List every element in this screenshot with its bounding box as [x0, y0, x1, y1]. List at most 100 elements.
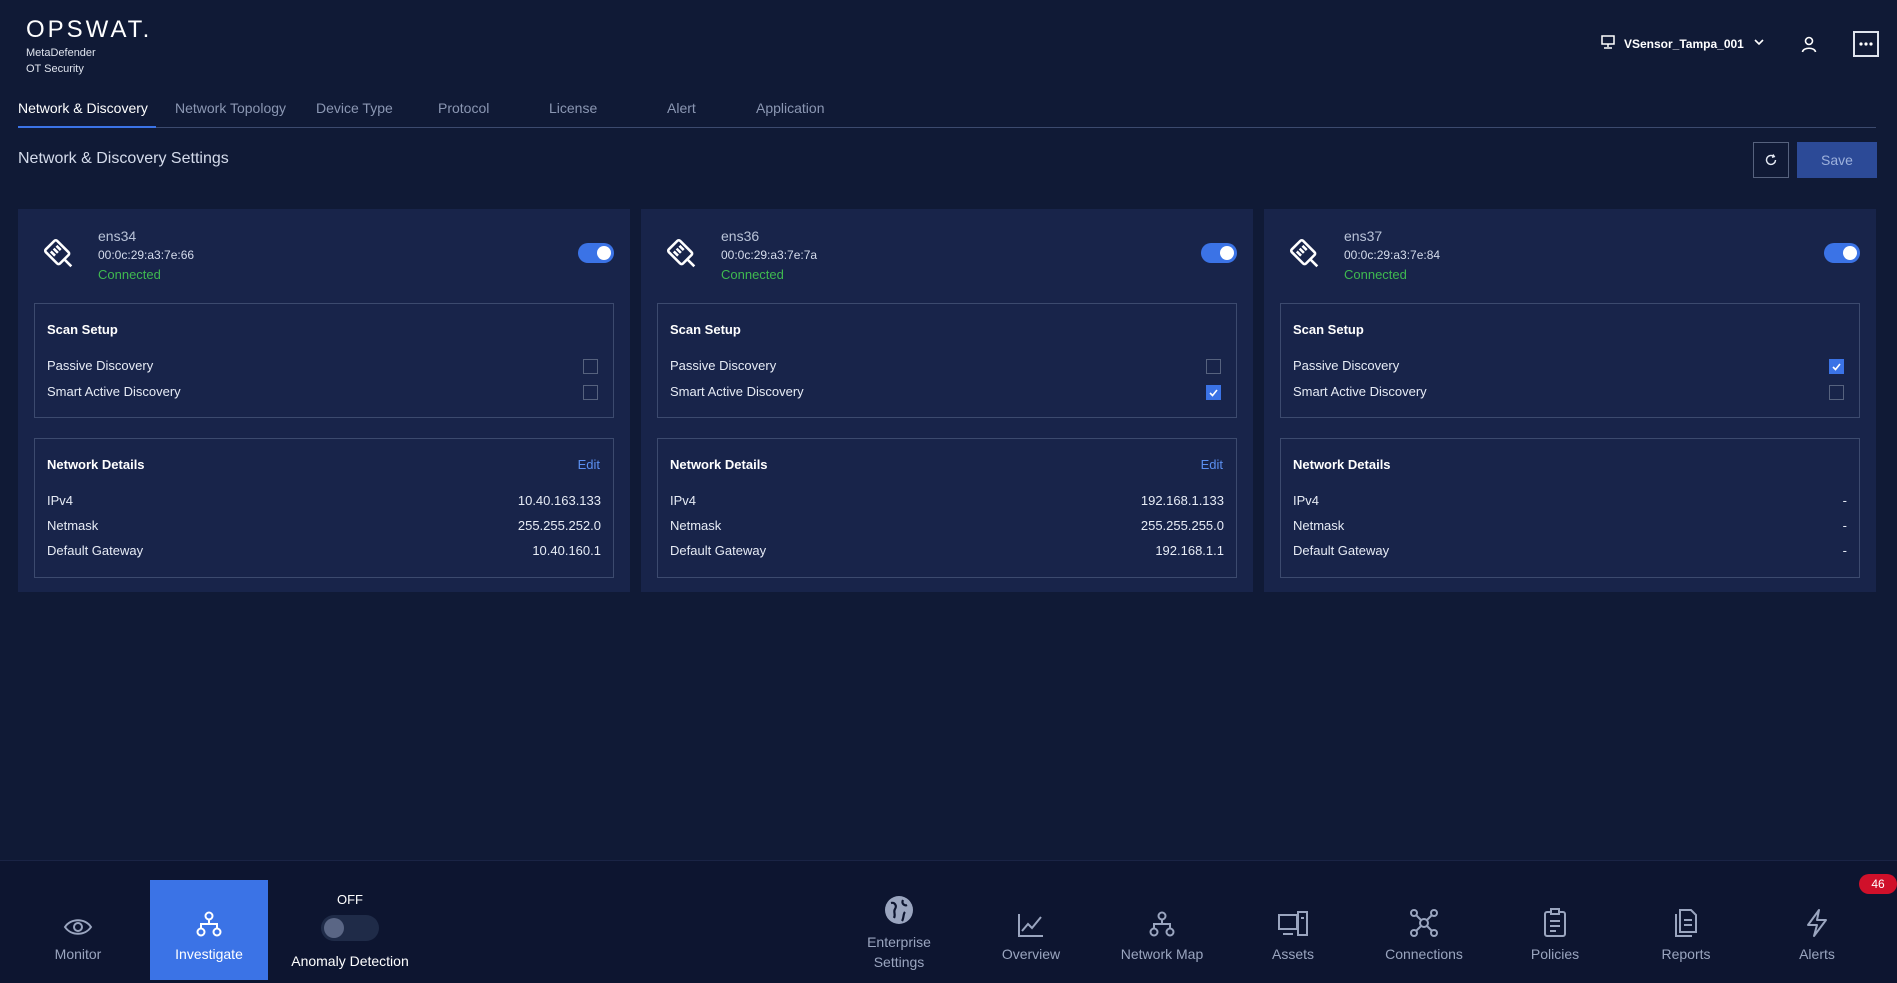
passive-discovery-checkbox[interactable]	[1206, 359, 1221, 374]
clipboard-icon	[1544, 908, 1566, 937]
toggle-knob	[1843, 246, 1857, 260]
interface-card-ens37: ens37 00:0c:29:a3:7e:84 Connected Scan S…	[1264, 209, 1876, 592]
smart-active-discovery-checkbox[interactable]	[1206, 385, 1221, 400]
eye-icon	[63, 919, 93, 935]
scan-setup-panel: Scan Setup Passive Discovery Smart Activ…	[34, 303, 614, 418]
app-header: OPSWAT. MetaDefender OT Security VSensor…	[0, 0, 1897, 90]
gateway-label: Default Gateway	[47, 543, 144, 558]
gateway-row: Default Gateway 10.40.160.1	[47, 541, 601, 561]
netmask-value: 255.255.255.0	[1140, 518, 1224, 533]
gateway-row: Default Gateway -	[1293, 541, 1847, 561]
tab-application[interactable]: Application	[756, 100, 825, 116]
toggle-knob	[324, 918, 344, 938]
nav-policies[interactable]: Policies	[1495, 880, 1615, 980]
interface-mac: 00:0c:29:a3:7e:7a	[721, 248, 818, 262]
nav-overview[interactable]: Overview	[971, 880, 1091, 980]
hierarchy-icon	[196, 911, 222, 937]
smart-active-discovery-label: Smart Active Discovery	[1293, 384, 1427, 399]
refresh-button[interactable]	[1753, 142, 1789, 178]
toggle-knob	[597, 246, 611, 260]
gateway-value: 10.40.160.1	[532, 543, 601, 558]
nav-reports[interactable]: Reports	[1626, 880, 1746, 980]
monitor-network-icon	[1600, 34, 1616, 53]
ipv4-label: IPv4	[1293, 493, 1320, 508]
netmask-label: Netmask	[47, 518, 99, 533]
tab-alert[interactable]: Alert	[667, 100, 696, 116]
device-selector-label: VSensor_Tampa_001	[1624, 36, 1744, 51]
smart-active-discovery-row: Smart Active Discovery	[670, 382, 1224, 402]
scan-setup-panel: Scan Setup Passive Discovery Smart Activ…	[1280, 303, 1860, 418]
nav-enterprise-settings-label: Enterprise Settings	[867, 932, 931, 972]
smart-active-discovery-row: Smart Active Discovery	[47, 382, 601, 402]
alerts-count-badge: 46	[1859, 874, 1897, 894]
checkmark-icon	[1209, 389, 1218, 397]
nav-network-map-label: Network Map	[1120, 946, 1204, 962]
interface-enable-toggle[interactable]	[1201, 243, 1237, 263]
nav-investigate-label: Investigate	[175, 946, 243, 962]
interface-enable-toggle[interactable]	[578, 243, 614, 263]
tab-network-discovery[interactable]: Network & Discovery	[18, 100, 148, 116]
save-button[interactable]: Save	[1797, 142, 1877, 178]
netmask-row: Netmask 255.255.255.0	[670, 516, 1224, 536]
interface-card-ens36: ens36 00:0c:29:a3:7e:7a Connected Scan S…	[641, 209, 1253, 592]
refresh-icon	[1765, 154, 1777, 166]
nav-investigate[interactable]: Investigate	[150, 880, 268, 980]
smart-active-discovery-checkbox[interactable]	[583, 385, 598, 400]
product-line-1: MetaDefender	[26, 47, 96, 59]
toggle-knob	[1220, 246, 1234, 260]
anomaly-detection-label: Anomaly Detection	[291, 953, 409, 969]
connection-status: Connected	[721, 267, 784, 282]
network-details-title: Network Details	[47, 457, 145, 472]
tab-license[interactable]: License	[549, 100, 597, 116]
connection-status: Connected	[98, 267, 161, 282]
brand-name: OPSWAT.	[26, 16, 153, 43]
nav-connections[interactable]: Connections	[1364, 880, 1484, 980]
device-selector[interactable]: VSensor_Tampa_001	[1600, 34, 1766, 53]
opswat-logo: OPSWAT. MetaDefender OT Security	[26, 16, 152, 76]
passive-discovery-checkbox[interactable]	[1829, 359, 1844, 374]
nav-monitor[interactable]: Monitor	[18, 880, 138, 980]
ipv4-label: IPv4	[47, 493, 74, 508]
smart-active-discovery-checkbox[interactable]	[1829, 385, 1844, 400]
nav-alerts[interactable]: Alerts	[1757, 880, 1877, 980]
ipv4-value: -	[1842, 493, 1847, 508]
netmask-label: Netmask	[670, 518, 722, 533]
scan-setup-panel: Scan Setup Passive Discovery Smart Activ…	[657, 303, 1237, 418]
netmask-row: Netmask -	[1293, 516, 1847, 536]
interface-enable-toggle[interactable]	[1824, 243, 1860, 263]
tab-device-type[interactable]: Device Type	[316, 100, 393, 116]
edit-link[interactable]: Edit	[1201, 457, 1223, 472]
ipv4-row: IPv4 -	[1293, 491, 1847, 511]
scan-setup-title: Scan Setup	[670, 322, 741, 337]
active-tab-indicator	[18, 126, 156, 128]
netmask-row: Netmask 255.255.252.0	[47, 516, 601, 536]
ethernet-plug-icon	[43, 238, 73, 268]
nav-alerts-label: Alerts	[1799, 946, 1835, 962]
nav-connections-label: Connections	[1385, 946, 1463, 962]
chevron-down-icon	[1752, 35, 1766, 52]
more-menu-icon[interactable]	[1853, 31, 1879, 57]
edit-link[interactable]: Edit	[578, 457, 600, 472]
network-map-icon	[1149, 911, 1175, 937]
tab-network-topology[interactable]: Network Topology	[175, 100, 286, 116]
nav-enterprise-settings[interactable]: Enterprise Settings	[839, 880, 959, 980]
devices-icon	[1278, 911, 1308, 936]
interface-name: ens34	[98, 228, 137, 244]
smart-active-discovery-row: Smart Active Discovery	[1293, 382, 1847, 402]
gateway-label: Default Gateway	[670, 543, 767, 558]
ethernet-plug-icon	[1289, 238, 1319, 268]
nav-assets[interactable]: Assets	[1233, 880, 1353, 980]
user-icon[interactable]	[1796, 31, 1822, 57]
netmask-value: -	[1842, 518, 1847, 533]
tab-protocol[interactable]: Protocol	[438, 100, 489, 116]
nav-network-map[interactable]: Network Map	[1102, 880, 1222, 980]
network-details-panel: Network Details Edit IPv4 192.168.1.133 …	[657, 438, 1237, 578]
gateway-label: Default Gateway	[1293, 543, 1390, 558]
passive-discovery-label: Passive Discovery	[670, 358, 777, 373]
reports-icon	[1675, 909, 1697, 937]
passive-discovery-checkbox[interactable]	[583, 359, 598, 374]
checkmark-icon	[1832, 363, 1841, 371]
network-details-panel: Network Details Edit IPv4 10.40.163.133 …	[34, 438, 614, 578]
anomaly-detection-toggle[interactable]	[321, 915, 379, 941]
network-details-title: Network Details	[1293, 457, 1391, 472]
